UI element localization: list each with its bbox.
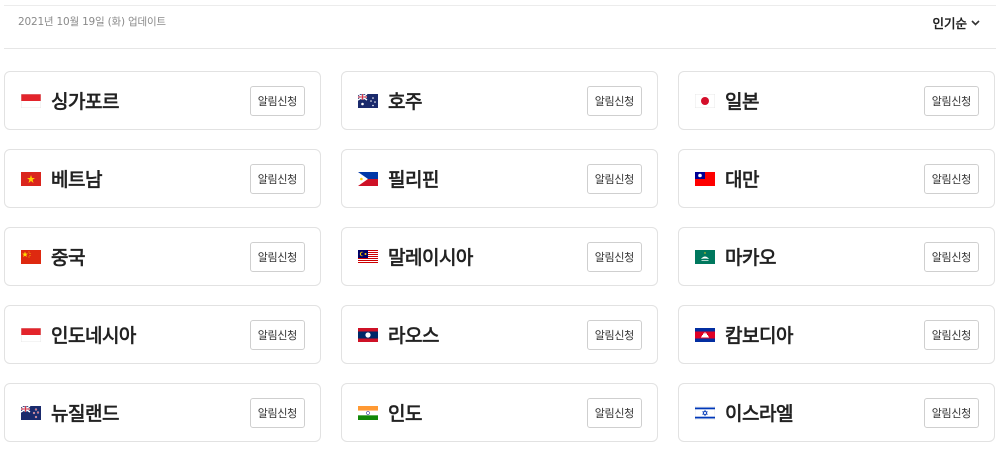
nz-flag-icon	[21, 405, 41, 420]
alarm-button[interactable]: 알림신청	[249, 320, 305, 350]
sort-dropdown[interactable]: 인기순	[932, 13, 980, 32]
country-name: 대만	[725, 169, 759, 191]
kh-flag-icon	[695, 327, 715, 342]
country-name: 캄보디아	[725, 325, 793, 347]
country-card-macau[interactable]: 마카오 알림신청	[678, 227, 995, 286]
country-name: 필리핀	[388, 169, 439, 191]
country-card-china[interactable]: 중국 알림신청	[4, 227, 321, 286]
country-card-malaysia[interactable]: 말레이시아 알림신청	[341, 227, 658, 286]
country-card-philippines[interactable]: 필리핀 알림신청	[341, 149, 658, 208]
country-card-singapore[interactable]: 싱가포르 알림신청	[4, 71, 321, 130]
country-name: 중국	[51, 247, 85, 269]
alarm-button[interactable]: 알림신청	[249, 242, 305, 272]
list-header: 2021년 10월 19일 (화) 업데이트 인기순	[4, 6, 996, 49]
country-card-australia[interactable]: 호주 알림신청	[341, 71, 658, 130]
country-name: 싱가포르	[51, 91, 119, 113]
country-grid: 싱가포르 알림신청 호주 알림신청 일본 알림신청 베트남 알림신청 필리핀 알…	[4, 71, 997, 442]
chevron-down-icon	[971, 19, 980, 26]
alarm-button[interactable]: 알림신청	[249, 398, 305, 428]
country-name: 인도	[388, 403, 422, 425]
country-name: 베트남	[51, 169, 102, 191]
alarm-button[interactable]: 알림신청	[923, 242, 979, 272]
alarm-button[interactable]: 알림신청	[249, 164, 305, 194]
alarm-button[interactable]: 알림신청	[923, 320, 979, 350]
country-name: 이스라엘	[725, 403, 793, 425]
au-flag-icon	[358, 93, 378, 108]
alarm-button[interactable]: 알림신청	[923, 398, 979, 428]
country-card-new-zealand[interactable]: 뉴질랜드 알림신청	[4, 383, 321, 442]
il-flag-icon	[695, 405, 715, 420]
la-flag-icon	[358, 327, 378, 342]
tw-flag-icon	[695, 171, 715, 186]
country-name: 일본	[725, 91, 759, 113]
country-name: 뉴질랜드	[51, 403, 119, 425]
my-flag-icon	[358, 249, 378, 264]
sort-label: 인기순	[932, 16, 967, 31]
country-card-taiwan[interactable]: 대만 알림신청	[678, 149, 995, 208]
alarm-button[interactable]: 알림신청	[586, 242, 642, 272]
country-card-cambodia[interactable]: 캄보디아 알림신청	[678, 305, 995, 364]
alarm-button[interactable]: 알림신청	[923, 86, 979, 116]
jp-flag-icon	[695, 93, 715, 108]
alarm-button[interactable]: 알림신청	[586, 398, 642, 428]
ph-flag-icon	[358, 171, 378, 186]
sg-flag-icon	[21, 93, 41, 108]
country-name: 마카오	[725, 247, 776, 269]
country-card-indonesia[interactable]: 인도네시아 알림신청	[4, 305, 321, 364]
alarm-button[interactable]: 알림신청	[586, 320, 642, 350]
country-card-israel[interactable]: 이스라엘 알림신청	[678, 383, 995, 442]
in-flag-icon	[358, 405, 378, 420]
country-name: 인도네시아	[51, 325, 136, 347]
country-card-india[interactable]: 인도 알림신청	[341, 383, 658, 442]
alarm-button[interactable]: 알림신청	[249, 86, 305, 116]
alarm-button[interactable]: 알림신청	[586, 164, 642, 194]
update-date: 2021년 10월 19일 (화) 업데이트	[18, 16, 166, 28]
country-card-japan[interactable]: 일본 알림신청	[678, 71, 995, 130]
mo-flag-icon	[695, 249, 715, 264]
id-flag-icon	[21, 327, 41, 342]
country-name: 말레이시아	[388, 247, 473, 269]
vn-flag-icon	[21, 171, 41, 186]
country-name: 호주	[388, 91, 422, 113]
alarm-button[interactable]: 알림신청	[586, 86, 642, 116]
country-card-laos[interactable]: 라오스 알림신청	[341, 305, 658, 364]
country-card-vietnam[interactable]: 베트남 알림신청	[4, 149, 321, 208]
cn-flag-icon	[21, 249, 41, 264]
alarm-button[interactable]: 알림신청	[923, 164, 979, 194]
country-name: 라오스	[388, 325, 439, 347]
